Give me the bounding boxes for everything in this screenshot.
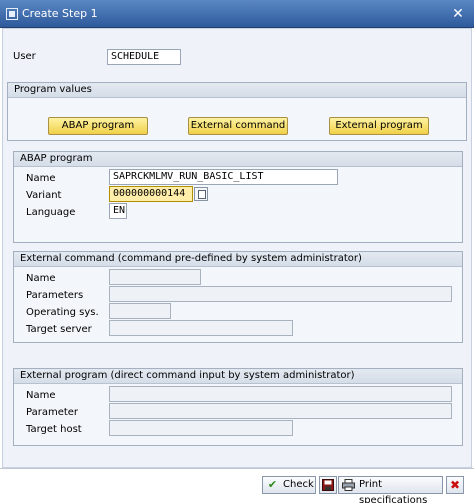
target-host-field[interactable] [109,420,293,436]
check-label: Check [283,479,314,490]
parameter-field[interactable] [109,403,452,419]
abap-name-label: Name [26,173,56,184]
program-values-header: Program values [8,83,466,98]
external-program-header: External program (direct command input b… [14,369,462,384]
program-values-group: Program values ABAP program External com… [7,82,467,141]
external-command-button[interactable]: External command [188,117,288,135]
print-specifications-button[interactable]: Print specifications [338,476,443,503]
abap-program-group: ABAP program Name SAPRCKMLMV_RUN_BASIC_L… [13,151,463,243]
abap-name-field[interactable]: SAPRCKMLMV_RUN_BASIC_LIST [109,169,338,185]
user-field[interactable]: SCHEDULE [107,49,181,65]
external-program-button[interactable]: External program [329,117,429,135]
target-server-field[interactable] [109,320,293,336]
footer-divider [0,468,474,469]
title-bar: Create Step 1 ✕ [0,0,474,28]
target-host-label: Target host [26,424,82,435]
abap-program-button[interactable]: ABAP program [48,117,148,135]
parameters-field[interactable] [109,286,452,302]
operating-sys-label: Operating sys. [26,307,99,318]
target-server-label: Target server [26,324,92,335]
ext-cmd-name-label: Name [26,273,56,284]
dialog-body: User SCHEDULE Program values ABAP progra… [2,28,472,468]
window-title: Create Step 1 [22,7,98,20]
external-program-group: External program (direct command input b… [13,368,463,446]
language-label: Language [26,207,76,218]
ext-prog-name-label: Name [26,390,56,401]
cancel-button[interactable]: ✖ [446,476,464,494]
user-label: User [13,51,36,62]
check-icon: ✔ [267,478,278,491]
check-button[interactable]: ✔ Check [262,476,316,494]
save-icon [322,479,334,491]
operating-sys-field[interactable] [109,303,171,319]
close-button[interactable]: ✕ [450,6,466,22]
variant-label: Variant [26,190,62,201]
parameters-label: Parameters [26,290,84,301]
copy-icon[interactable] [194,187,208,201]
external-command-header: External command (command pre-defined by… [14,252,462,267]
parameter-label: Parameter [26,407,79,418]
cancel-icon: ✖ [449,478,461,492]
window-icon [6,8,18,20]
abap-program-header: ABAP program [14,152,462,167]
external-command-group: External command (command pre-defined by… [13,251,463,343]
variant-field[interactable]: 000000000144 [109,186,193,202]
print-label: Print specifications [359,479,428,503]
language-field[interactable]: EN [109,203,127,219]
save-button[interactable] [319,476,337,494]
ext-cmd-name-field[interactable] [109,269,201,285]
ext-prog-name-field[interactable] [109,386,452,402]
print-icon [342,479,355,491]
